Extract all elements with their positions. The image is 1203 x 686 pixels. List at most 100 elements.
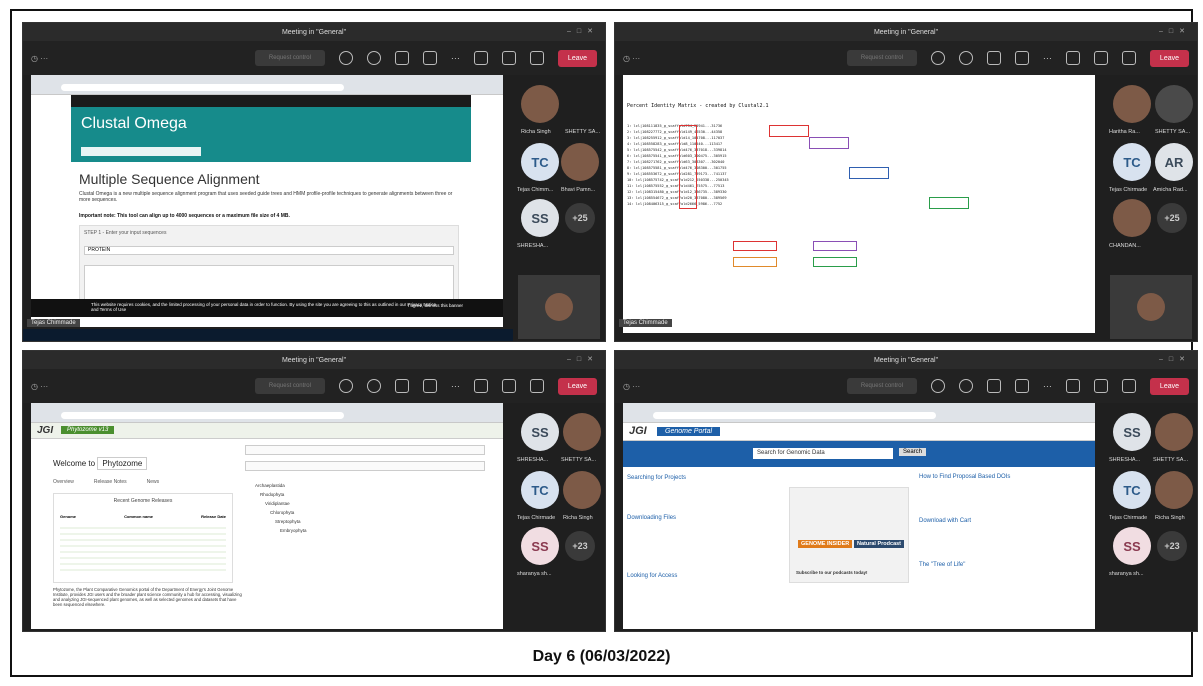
view-icon[interactable] bbox=[422, 51, 437, 65]
avatar: SS bbox=[1113, 413, 1151, 451]
table-rows[interactable] bbox=[60, 523, 226, 575]
mic-icon[interactable] bbox=[1093, 51, 1108, 65]
search-input[interactable]: Search for Genomic Data bbox=[753, 448, 893, 459]
avatar: TC bbox=[1113, 471, 1151, 509]
search-button[interactable]: Search bbox=[899, 448, 927, 456]
tree-node[interactable]: Chlorophyta bbox=[255, 508, 307, 517]
portal-select[interactable]: Phytozome bbox=[97, 457, 148, 470]
cookie-accept-link[interactable]: I agree, dismiss this banner bbox=[408, 303, 463, 308]
share-icon[interactable] bbox=[1121, 51, 1136, 65]
people-icon[interactable] bbox=[338, 379, 353, 393]
tab-overview[interactable]: Overview bbox=[53, 479, 74, 485]
species-tree[interactable]: Archaeplastida Rhodophyta Viridiplantae Chl… bbox=[255, 481, 307, 535]
camera-icon[interactable] bbox=[473, 51, 488, 65]
tree-node[interactable]: Rhodophyta bbox=[255, 490, 307, 499]
camera-icon[interactable] bbox=[1065, 51, 1080, 65]
filter-box[interactable] bbox=[245, 461, 485, 471]
share-icon[interactable] bbox=[529, 379, 544, 393]
address-bar[interactable] bbox=[61, 412, 345, 419]
participant-name: SHETTY SA... bbox=[1155, 129, 1191, 135]
welcome-text: Welcome to bbox=[53, 459, 96, 468]
participant-rail: SS SHRESHA... SHETTY SA... TC Tejas Chir… bbox=[1105, 403, 1197, 631]
reactions-icon[interactable] bbox=[394, 379, 409, 393]
important-note: Important note: This tool can align up t… bbox=[79, 213, 290, 219]
view-icon[interactable] bbox=[1014, 379, 1029, 393]
browser-bar bbox=[31, 403, 503, 423]
more-participants[interactable]: +23 bbox=[565, 531, 595, 561]
address-bar[interactable] bbox=[653, 412, 937, 419]
intro-text: Clustal Omega is a new multiple sequence… bbox=[79, 191, 453, 203]
window-controls[interactable]: –□✕ bbox=[1159, 355, 1191, 363]
tree-node[interactable]: Archaeplastida bbox=[255, 481, 307, 490]
tree-node[interactable]: Streptophyta bbox=[255, 517, 307, 526]
tree-node[interactable]: Embryophyta bbox=[255, 526, 307, 535]
more-icon[interactable]: ··· bbox=[1043, 381, 1052, 391]
people-icon[interactable] bbox=[930, 51, 945, 65]
avatar bbox=[545, 293, 573, 321]
camera-icon[interactable] bbox=[473, 379, 488, 393]
window-controls[interactable]: –□✕ bbox=[567, 27, 599, 35]
more-icon[interactable]: ··· bbox=[451, 381, 460, 391]
col-header: Release Date bbox=[201, 514, 226, 519]
window-controls[interactable]: –□✕ bbox=[567, 355, 599, 363]
table-header: Genome Common name Release Date bbox=[60, 514, 226, 519]
view-icon[interactable] bbox=[422, 379, 437, 393]
avatar bbox=[1155, 413, 1193, 451]
share-icon[interactable] bbox=[529, 51, 544, 65]
search-box[interactable] bbox=[245, 445, 485, 455]
podcast-banner[interactable]: GENOME INSIDER Natural Prodcast Subscrib… bbox=[789, 487, 909, 583]
right-column: How to Find Proposal Based DOIs Download… bbox=[919, 473, 1089, 569]
people-icon[interactable] bbox=[338, 51, 353, 65]
more-icon[interactable]: ··· bbox=[451, 53, 460, 63]
more-participants[interactable]: +23 bbox=[1157, 531, 1187, 561]
request-control-button[interactable]: Request control bbox=[846, 50, 917, 66]
participant-name: Haritha Ra... bbox=[1109, 129, 1140, 135]
avatar: SS bbox=[521, 527, 559, 565]
portal-header: JGI Genome Portal bbox=[623, 423, 1095, 441]
request-control-button[interactable]: Request control bbox=[846, 378, 917, 394]
leave-button[interactable]: Leave bbox=[1149, 377, 1189, 395]
leave-button[interactable]: Leave bbox=[1149, 49, 1189, 67]
request-control-button[interactable]: Request control bbox=[254, 50, 325, 66]
mic-icon[interactable] bbox=[501, 51, 516, 65]
camera-icon[interactable] bbox=[1065, 379, 1080, 393]
site-title: Clustal Omega bbox=[81, 115, 187, 132]
reactions-icon[interactable] bbox=[394, 51, 409, 65]
tree-node[interactable]: Viridiplantae bbox=[255, 499, 307, 508]
reactions-icon[interactable] bbox=[986, 379, 1001, 393]
leave-button[interactable]: Leave bbox=[557, 377, 597, 395]
mic-icon[interactable] bbox=[1093, 379, 1108, 393]
leave-button[interactable]: Leave bbox=[557, 49, 597, 67]
section-heading: Download with Cart bbox=[919, 518, 972, 524]
self-video bbox=[518, 275, 600, 339]
tab-release-notes[interactable]: Release Notes bbox=[94, 479, 127, 485]
more-participants[interactable]: +25 bbox=[565, 203, 595, 233]
view-icon[interactable] bbox=[1014, 51, 1029, 65]
site-tabs[interactable] bbox=[81, 147, 201, 156]
sequence-type-select[interactable]: PROTEIN bbox=[84, 246, 454, 255]
tab-news[interactable]: News bbox=[147, 479, 160, 485]
more-icon[interactable]: ··· bbox=[1043, 53, 1052, 63]
chat-icon[interactable] bbox=[958, 379, 973, 393]
screenshot-clustal-matrix: Meeting in "General" –□✕ ◷ ··· Request co… bbox=[614, 22, 1198, 342]
request-control-button[interactable]: Request control bbox=[254, 378, 325, 394]
mic-icon[interactable] bbox=[501, 379, 516, 393]
chat-icon[interactable] bbox=[366, 379, 381, 393]
portal-title: Genome Portal bbox=[657, 427, 721, 436]
reactions-icon[interactable] bbox=[986, 51, 1001, 65]
meeting-timer: ◷ ··· bbox=[623, 53, 641, 63]
share-icon[interactable] bbox=[1121, 379, 1136, 393]
chat-icon[interactable] bbox=[958, 51, 973, 65]
window-controls[interactable]: –□✕ bbox=[1159, 27, 1191, 35]
more-participants[interactable]: +25 bbox=[1157, 203, 1187, 233]
matrix-row: 14: lcl|108406315_g_scaffold2666_5986...… bbox=[627, 202, 723, 206]
avatar bbox=[1113, 85, 1151, 123]
window-title: Meeting in "General" bbox=[281, 28, 347, 36]
avatar bbox=[1155, 85, 1193, 123]
address-bar[interactable] bbox=[61, 84, 345, 91]
participant-name: Bhavi Pamn... bbox=[561, 187, 596, 193]
chat-icon[interactable] bbox=[366, 51, 381, 65]
people-icon[interactable] bbox=[930, 379, 945, 393]
section-heading: Looking for Access bbox=[627, 573, 678, 579]
welcome-heading: Welcome to Phytozome bbox=[53, 457, 148, 470]
